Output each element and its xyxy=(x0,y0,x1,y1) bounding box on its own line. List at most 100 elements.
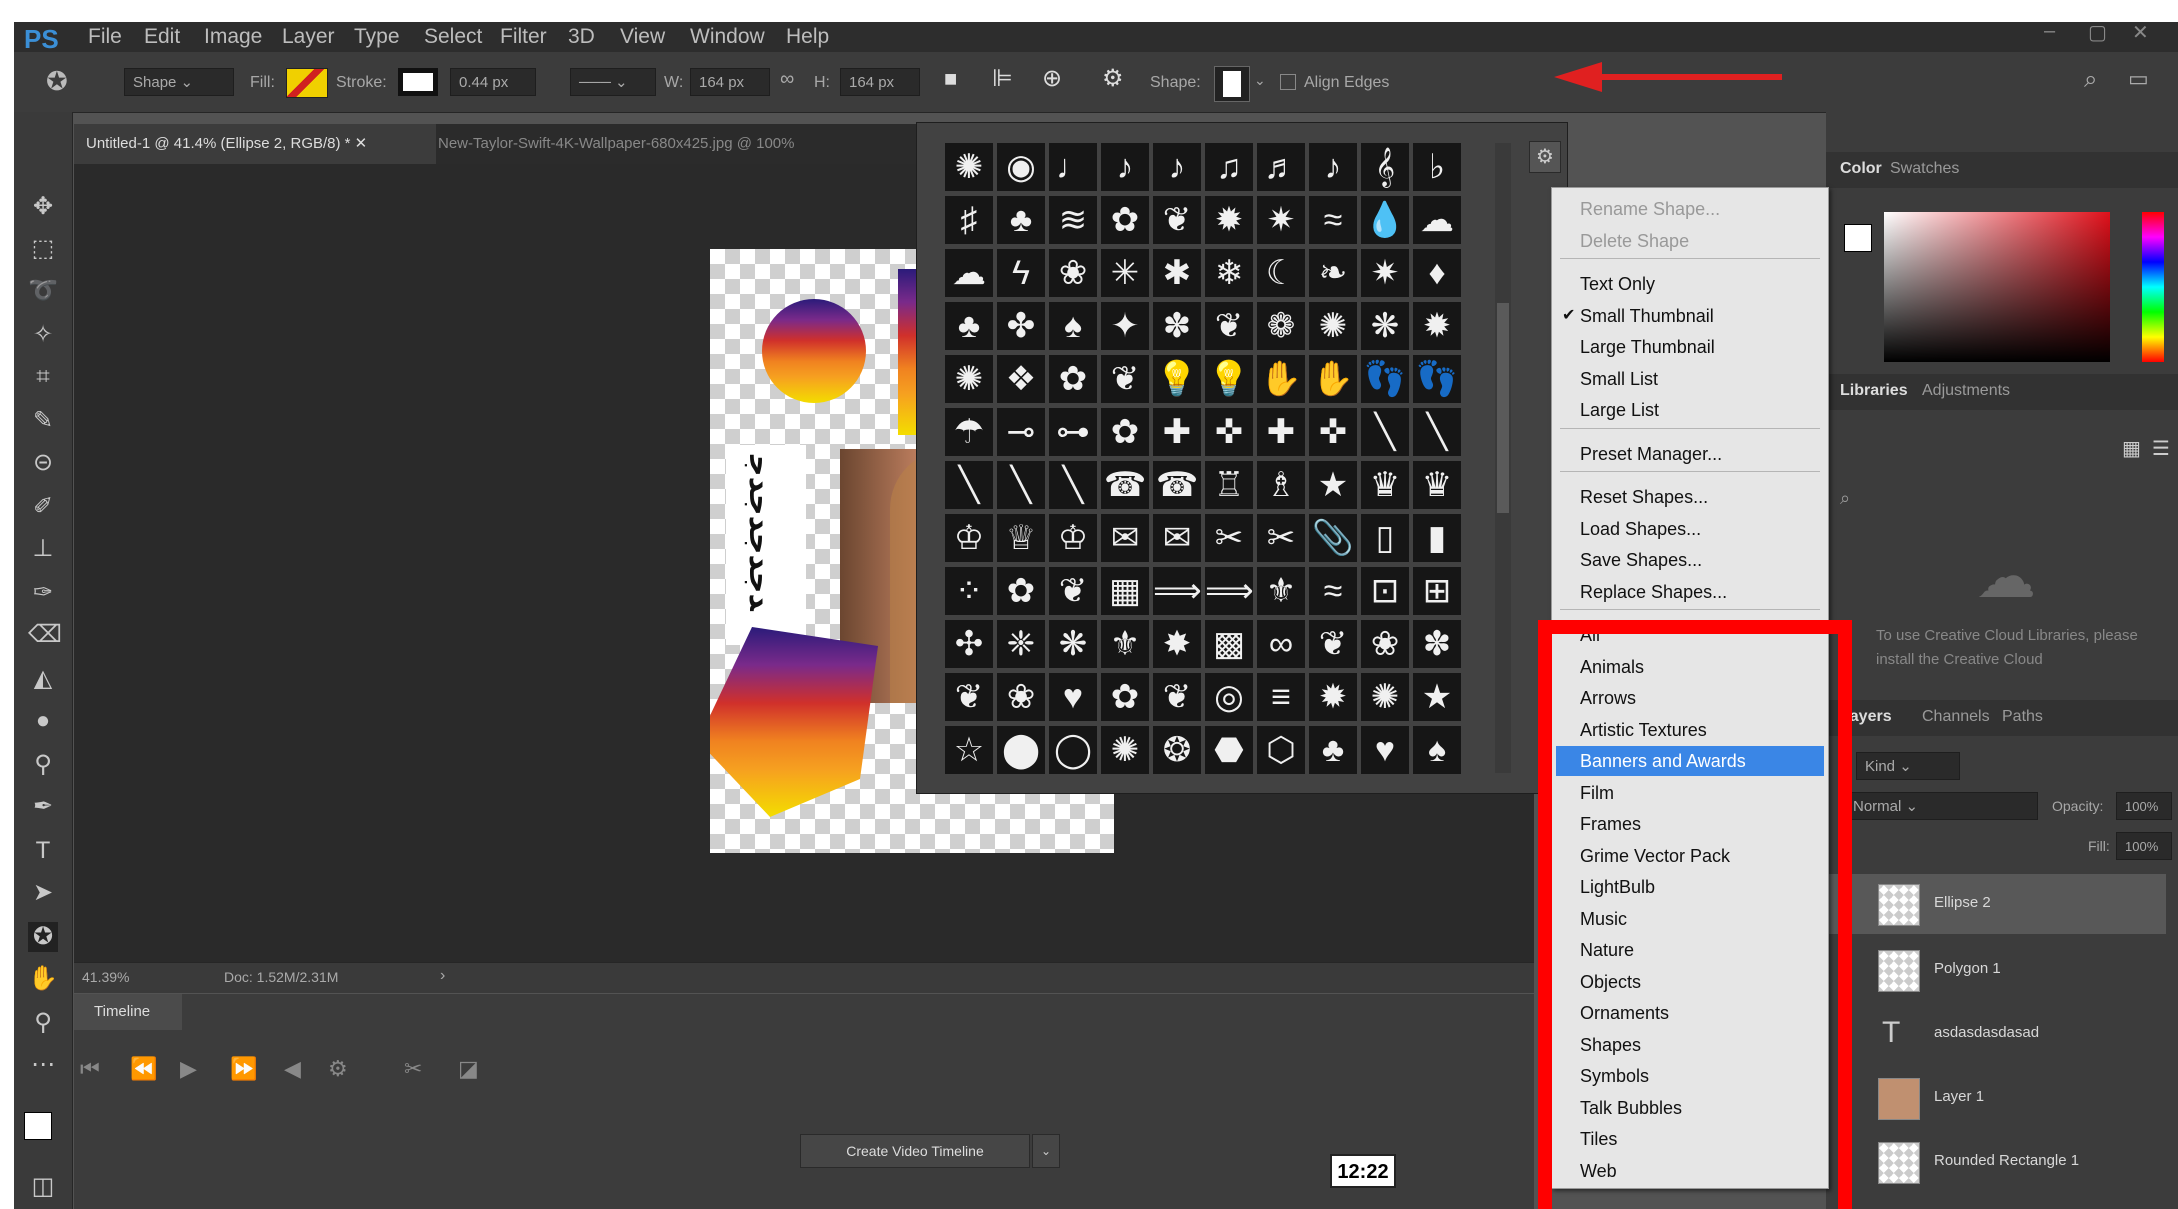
grid-view-icon[interactable]: ▦ xyxy=(2122,436,2141,461)
marquee-tool-icon[interactable]: ⬚ xyxy=(28,234,58,264)
shape-preset-cell[interactable]: ♣ xyxy=(945,302,993,350)
quick-mask-icon[interactable]: ◫ xyxy=(28,1172,58,1202)
shape-preset-cell[interactable]: ✷ xyxy=(1361,249,1409,297)
shape-preset-cell[interactable]: ✷ xyxy=(1257,196,1305,244)
shape-preset-cell[interactable]: ⟹ xyxy=(1205,567,1253,615)
height-field[interactable]: 164 px xyxy=(840,68,920,96)
width-field[interactable]: 164 px xyxy=(690,68,770,96)
tab-color[interactable]: Color xyxy=(1840,160,1882,178)
menu-edit[interactable]: Edit xyxy=(144,25,180,49)
move-tool-icon[interactable]: ✥ xyxy=(28,192,58,222)
lasso-tool-icon[interactable]: ➰ xyxy=(28,276,58,306)
shape-preset-cell[interactable]: ✿ xyxy=(997,567,1045,615)
shape-preset-cell[interactable]: ✜ xyxy=(1309,408,1357,456)
shape-preset-cell[interactable]: ✉ xyxy=(1153,514,1201,562)
shape-preset-cell[interactable]: ❁ xyxy=(1257,302,1305,350)
shape-preset-cell[interactable]: ✂ xyxy=(1205,514,1253,562)
link-icon[interactable]: ∞ xyxy=(780,68,794,91)
menu-item-delete-shape[interactable]: Delete Shape xyxy=(1556,226,1824,256)
shape-preset-cell[interactable]: ✤ xyxy=(997,302,1045,350)
shape-preset-cell[interactable]: ❂ xyxy=(1153,726,1201,774)
shape-preset-cell[interactable]: ✣ xyxy=(945,620,993,668)
shape-preset-cell[interactable]: ♩ xyxy=(1049,143,1097,191)
shape-preset-cell[interactable]: ╲ xyxy=(1413,408,1461,456)
shape-preset-cell[interactable]: ⊡ xyxy=(1361,567,1409,615)
fill-swatch[interactable] xyxy=(286,68,328,98)
custom-shape-tool-icon[interactable]: ✪ xyxy=(46,66,68,97)
shape-preset-cell[interactable]: ♣ xyxy=(997,196,1045,244)
play-icon[interactable]: ▶ xyxy=(180,1056,197,1082)
shape-preset-cell[interactable]: ❦ xyxy=(1049,567,1097,615)
align-edges-checkbox[interactable] xyxy=(1280,74,1296,90)
stamp-tool-icon[interactable]: ⊥ xyxy=(28,534,58,564)
layer-kind-filter[interactable]: Kind ⌄ xyxy=(1856,752,1960,780)
blend-mode-select[interactable]: Normal ⌄ xyxy=(1844,792,2038,820)
shape-preset-cell[interactable]: ★ xyxy=(1413,673,1461,721)
shape-preset-cell[interactable]: ╲ xyxy=(1049,461,1097,509)
menu-filter[interactable]: Filter xyxy=(500,25,547,49)
menu-window[interactable]: Window xyxy=(690,25,765,49)
first-frame-icon[interactable]: ⏮ xyxy=(80,1056,100,1082)
shape-preset-cell[interactable]: ❦ xyxy=(1153,196,1201,244)
next-frame-icon[interactable]: ⏩ xyxy=(230,1056,257,1082)
menu-item-preset-manager[interactable]: Preset Manager... xyxy=(1556,439,1824,469)
shape-preset-cell[interactable]: ≈ xyxy=(1309,196,1357,244)
shape-preset-cell[interactable]: ❦ xyxy=(1153,673,1201,721)
shape-preset-cell[interactable]: ✺ xyxy=(1361,673,1409,721)
shape-preset-cell[interactable]: ⊶ xyxy=(1049,408,1097,456)
shape-preset-cell[interactable]: ♠ xyxy=(1413,726,1461,774)
shape-preset-cell[interactable]: ⊞ xyxy=(1413,567,1461,615)
prev-frame-icon[interactable]: ⏪ xyxy=(130,1056,157,1082)
shape-preset-cell[interactable]: ❋ xyxy=(1361,302,1409,350)
type-tool-icon[interactable]: T xyxy=(28,836,58,866)
shape-preset-cell[interactable]: ❀ xyxy=(1049,249,1097,297)
shape-preset-cell[interactable]: 💧 xyxy=(1361,196,1409,244)
opacity-field[interactable]: 100% xyxy=(2116,792,2172,820)
shape-preset-cell[interactable]: ▯ xyxy=(1361,514,1409,562)
shape-preset-cell[interactable]: 💡 xyxy=(1205,355,1253,403)
stroke-type-select[interactable]: ─── ⌄ xyxy=(570,68,656,96)
shape-preset-cell[interactable]: ⚜ xyxy=(1257,567,1305,615)
transition-icon[interactable]: ◪ xyxy=(458,1056,479,1082)
shape-preset-cell[interactable]: ✱ xyxy=(1153,249,1201,297)
picker-scroll-thumb[interactable] xyxy=(1497,303,1509,513)
menu-3d[interactable]: 3D xyxy=(568,25,595,49)
menu-select[interactable]: Select xyxy=(424,25,482,49)
tab-untitled-1[interactable]: Untitled-1 @ 41.4% (Ellipse 2, RGB/8) * … xyxy=(74,124,436,164)
color-field[interactable] xyxy=(1884,212,2110,362)
shape-preset-cell[interactable]: ✺ xyxy=(1101,726,1149,774)
shape-preset-cell[interactable]: ⬤ xyxy=(997,726,1045,774)
shape-preset-cell[interactable]: ▦ xyxy=(1101,567,1149,615)
shape-preset-cell[interactable]: ❀ xyxy=(997,673,1045,721)
custom-shape-tool-active-icon[interactable]: ✪ xyxy=(28,922,58,952)
menu-item-reset-shapes[interactable]: Reset Shapes... xyxy=(1556,482,1824,512)
shape-preset-cell[interactable]: ≋ xyxy=(1049,196,1097,244)
maximize-icon[interactable]: ▢ xyxy=(2088,22,2107,45)
shape-picker-button[interactable] xyxy=(1214,66,1250,102)
workspace-icon[interactable]: ▭ xyxy=(2128,66,2149,92)
layer-row-rounded-rectangle-1[interactable]: Rounded Rectangle 1 xyxy=(1826,1132,2166,1192)
blur-tool-icon[interactable]: ● xyxy=(28,706,58,736)
shape-preset-cell[interactable]: ♥ xyxy=(1049,673,1097,721)
shape-preset-cell[interactable]: ♪ xyxy=(1309,143,1357,191)
hand-tool-icon[interactable]: ✋ xyxy=(28,964,58,994)
shape-preset-cell[interactable]: ✺ xyxy=(945,355,993,403)
menu-file[interactable]: File xyxy=(88,25,122,49)
chevron-right-icon[interactable]: › xyxy=(440,967,445,985)
shape-preset-cell[interactable]: ✹ xyxy=(1309,673,1357,721)
chevron-down-icon[interactable]: ⌄ xyxy=(1254,72,1266,89)
shape-preset-cell[interactable]: ☆ xyxy=(945,726,993,774)
stroke-swatch[interactable] xyxy=(398,68,438,96)
picker-gear-icon[interactable]: ⚙ xyxy=(1529,141,1561,173)
menu-item-small-thumbnail[interactable]: ✔ Small Thumbnail xyxy=(1556,301,1824,331)
shape-preset-cell[interactable]: ☎ xyxy=(1101,461,1149,509)
shape-preset-cell[interactable]: ⁘ xyxy=(945,567,993,615)
shape-preset-cell[interactable]: ♭ xyxy=(1413,143,1461,191)
hue-slider[interactable] xyxy=(2142,212,2164,362)
stroke-width-field[interactable]: 0.44 px xyxy=(450,68,536,96)
shape-preset-cell[interactable]: ✺ xyxy=(1309,302,1357,350)
shape-preset-cell[interactable]: ❧ xyxy=(1309,249,1357,297)
menu-layer[interactable]: Layer xyxy=(282,25,335,49)
menu-item-replace-shapes[interactable]: Replace Shapes... xyxy=(1556,577,1824,607)
library-search-icon[interactable]: ⌕ xyxy=(1840,488,1850,509)
